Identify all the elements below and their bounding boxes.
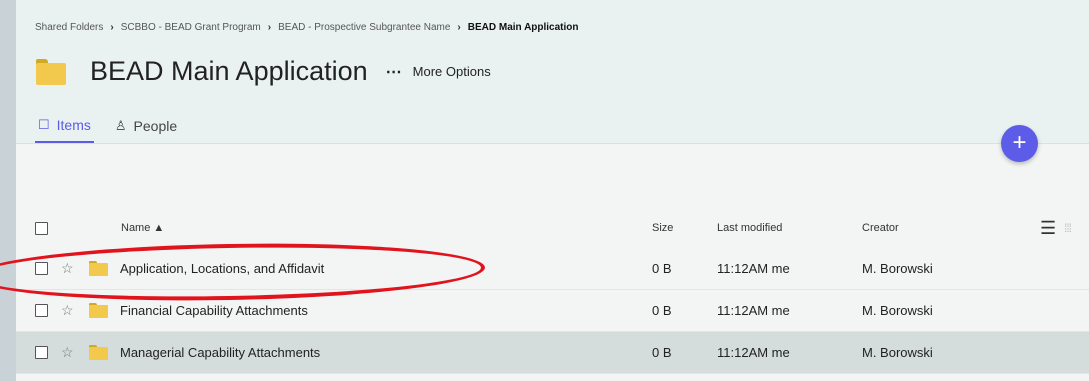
column-creator[interactable]: Creator [862,210,899,246]
tab-items[interactable]: ☐ Items [35,117,94,143]
column-last-modified[interactable]: Last modified [717,210,782,246]
row-size: 0 B [652,261,672,276]
breadcrumb-current: BEAD Main Application [467,22,579,33]
tab-items-label: Items [56,117,91,133]
row-name[interactable]: Managerial Capability Attachments [120,332,320,373]
file-browser-window: Shared Folders › SCBBO - BEAD Grant Prog… [16,0,1089,381]
row-size: 0 B [652,345,672,360]
select-all-checkbox[interactable] [35,221,48,235]
star-icon[interactable]: ☆ [61,332,74,373]
list-view-icon[interactable]: ☰ [1040,210,1056,246]
row-creator: M. Borowski [862,345,933,360]
row-name[interactable]: Financial Capability Attachments [120,290,308,331]
star-icon[interactable]: ☆ [61,290,74,331]
folder-icon [89,345,108,360]
row-modified: 11:12AM me [717,345,790,360]
folder-icon [89,261,108,276]
tab-people[interactable]: ♙ People [112,117,180,143]
table-row[interactable]: ☆ Managerial Capability Attachments 0 B … [16,332,1089,374]
breadcrumb-shared-folders[interactable]: Shared Folders [35,22,103,33]
folder-icon [36,58,66,85]
chevron-right-icon: › [110,22,114,33]
more-options-icon[interactable]: ⋯ [386,62,403,82]
grid-view-icon[interactable]: ⁞⁞⁞ [1064,210,1072,246]
tab-bar: ☐ Items ♙ People [35,117,198,143]
breadcrumb-subgrantee[interactable]: BEAD - Prospective Subgrantee Name [278,22,450,33]
row-modified: 11:12AM me [717,261,790,276]
table-header: Name ▲ Size Last modified Creator ☰ ⁞⁞⁞ [16,210,1089,246]
star-icon[interactable]: ☆ [61,248,74,289]
row-checkbox[interactable] [35,304,48,317]
title-row: BEAD Main Application ⋯ More Options [36,56,491,87]
add-button[interactable]: + [1001,125,1038,162]
page-title: BEAD Main Application [90,56,368,86]
row-checkbox[interactable] [35,262,48,275]
row-creator: M. Borowski [862,261,933,276]
row-modified: 11:12AM me [717,303,790,318]
folder-outline-icon: ☐ [38,117,50,132]
person-icon: ♙ [114,118,127,133]
more-options-button[interactable]: More Options [413,64,491,79]
table-row[interactable]: ☆ Application, Locations, and Affidavit … [16,248,1089,290]
breadcrumb-grant-program[interactable]: SCBBO - BEAD Grant Program [121,22,261,33]
column-size[interactable]: Size [652,210,673,246]
chevron-right-icon: › [457,22,461,33]
table-row[interactable]: ☆ Financial Capability Attachments 0 B 1… [16,290,1089,332]
row-size: 0 B [652,303,672,318]
folder-icon [89,303,108,318]
row-checkbox[interactable] [35,346,48,359]
breadcrumb: Shared Folders › SCBBO - BEAD Grant Prog… [35,22,579,33]
folder-header: Shared Folders › SCBBO - BEAD Grant Prog… [16,0,1089,144]
chevron-right-icon: › [267,22,272,33]
row-name[interactable]: Application, Locations, and Affidavit [120,248,324,289]
row-creator: M. Borowski [862,303,933,318]
tab-people-label: People [133,118,178,134]
column-name[interactable]: Name ▲ [121,210,164,246]
